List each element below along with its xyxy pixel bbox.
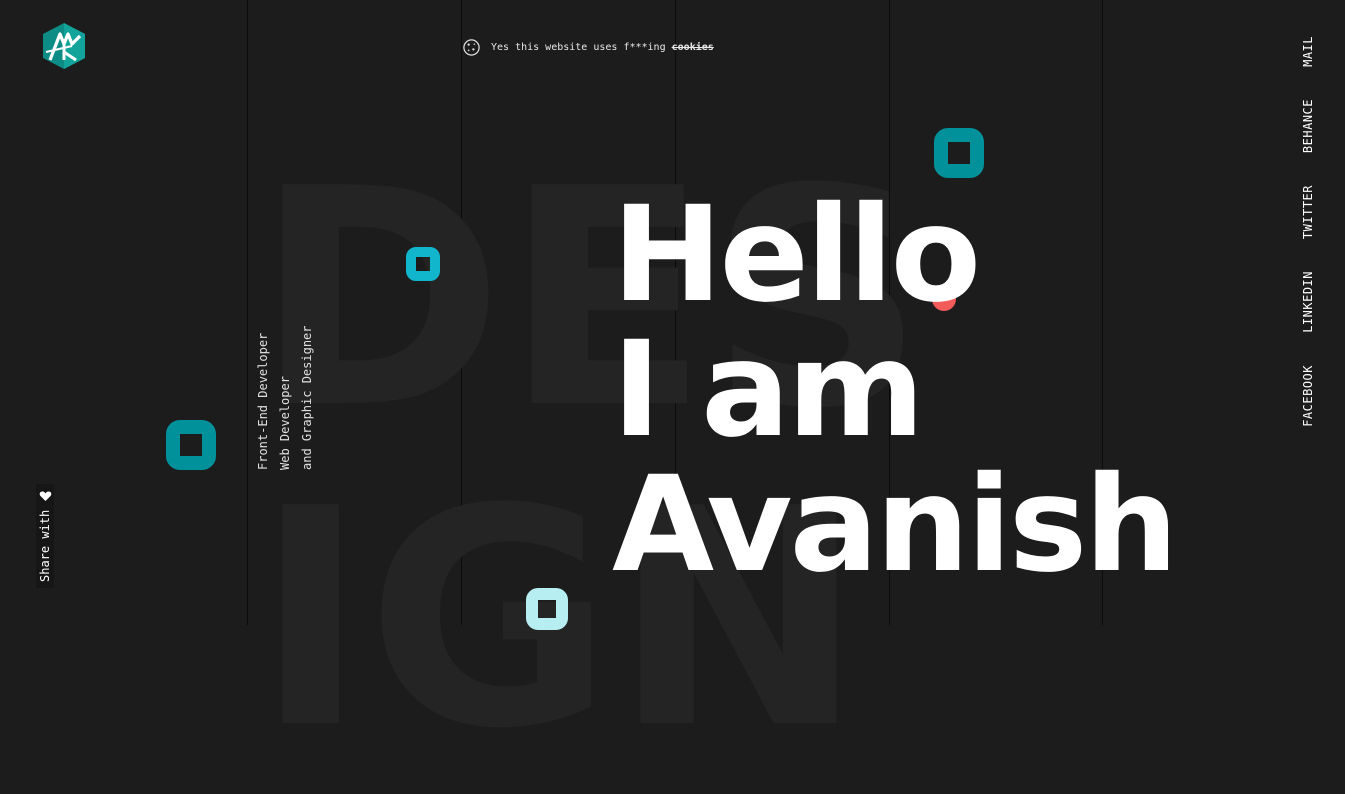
logo-hexagon-icon [43,23,85,69]
logo[interactable] [42,22,86,70]
social-link-behance[interactable]: BEHANCE [1301,99,1315,153]
social-link-linkedin[interactable]: LINKEDIN [1301,271,1315,333]
cookie-notice-text: Yes this website uses f***ing [491,42,666,53]
share-button[interactable]: Share with [36,483,54,588]
roles-list: Front-End Developer Web Developer and Gr… [252,326,318,471]
role-item: Front-End Developer [256,332,270,470]
decorative-ring [406,247,440,281]
role-item: Web Developer [278,376,292,470]
cookie-accept-link[interactable]: cookies [672,42,714,53]
hero-line-name: Avanish [612,448,1178,602]
social-link-twitter[interactable]: TWITTER [1301,185,1315,239]
decorative-ring [526,588,568,630]
share-label: Share with [38,509,52,582]
hero-line-i-am: I am [612,313,925,467]
decorative-ring [166,420,216,470]
role-item: and Graphic Designer [300,325,314,471]
grid-line [247,0,248,625]
heart-icon [39,491,51,501]
cookie-notice: Yes this website uses f***ing cookies [462,38,714,57]
hero-heading: Hello I am Avanish [612,178,1178,602]
cookie-icon [463,39,480,56]
hero-line-hello: Hello [612,178,981,332]
social-link-mail[interactable]: MAIL [1301,36,1315,67]
social-link-facebook[interactable]: FACEBOOK [1301,365,1315,427]
decorative-ring [934,128,984,178]
social-nav: MAIL BEHANCE TWITTER LINKEDIN FACEBOOK [1301,36,1315,427]
